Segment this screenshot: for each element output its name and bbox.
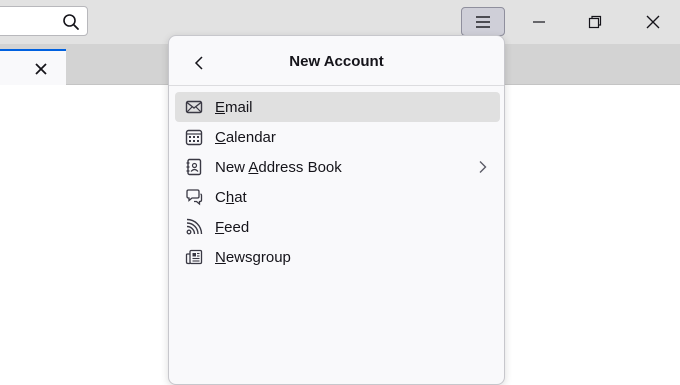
menu-item-label: Feed	[215, 219, 250, 236]
address-book-icon	[186, 158, 202, 176]
chevron-right-icon	[479, 161, 487, 173]
panel-header: New Account	[169, 36, 504, 87]
minimize-icon	[533, 21, 545, 23]
panel-title: New Account	[289, 53, 384, 70]
menu-item-chat[interactable]: Chat	[175, 182, 500, 212]
close-icon[interactable]	[34, 62, 48, 76]
menu-item-label: Email	[215, 99, 253, 116]
restore-icon	[588, 15, 602, 29]
close-window-button[interactable]	[630, 0, 676, 44]
menu-item-email[interactable]: Email	[175, 92, 500, 122]
menu-item-label: Chat	[215, 189, 247, 206]
calendar-icon	[185, 129, 203, 146]
close-icon	[646, 15, 660, 29]
menu-item-newsgroup[interactable]: Newsgroup	[175, 242, 500, 272]
menu-item-label: Newsgroup	[215, 249, 291, 266]
search-field[interactable]	[0, 6, 88, 36]
minimize-button[interactable]	[516, 0, 562, 44]
newspaper-icon	[185, 249, 203, 265]
chat-icon	[186, 189, 203, 206]
menu-item-calendar[interactable]: Calendar	[175, 122, 500, 152]
search-icon[interactable]	[62, 13, 80, 31]
rss-feed-icon	[186, 218, 203, 235]
envelope-icon	[185, 100, 203, 114]
panel-separator	[169, 85, 504, 86]
new-account-menu: Email Calendar New Address Book Chat Fee…	[175, 92, 500, 272]
app-menu-button[interactable]	[461, 7, 505, 36]
hamburger-menu-icon	[476, 16, 490, 28]
menu-item-new-address-book[interactable]: New Address Book	[175, 152, 500, 182]
restore-button[interactable]	[572, 0, 618, 44]
new-account-panel: New Account Email Calendar New Address B…	[168, 35, 505, 385]
menu-item-label: New Address Book	[215, 159, 342, 176]
menu-item-feed[interactable]: Feed	[175, 212, 500, 242]
menu-item-label: Calendar	[215, 129, 276, 146]
tab-active[interactable]	[0, 49, 66, 85]
